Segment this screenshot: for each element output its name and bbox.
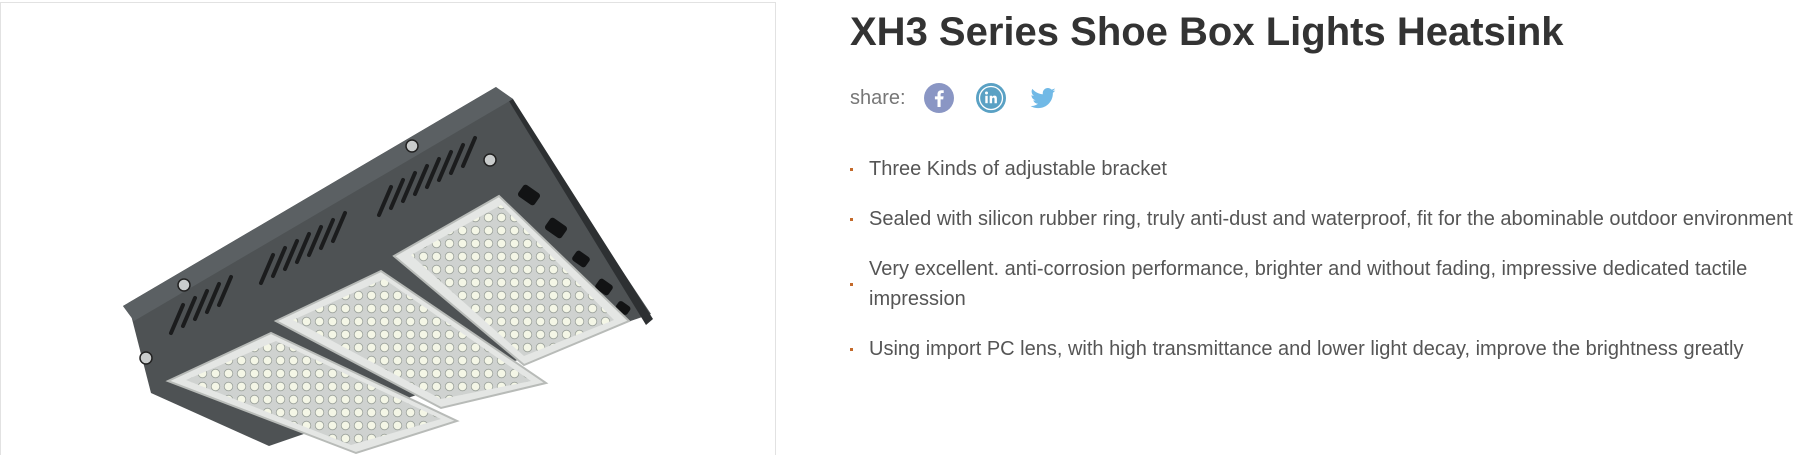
bullet-icon [850,283,853,286]
product-image-panel [0,2,776,455]
share-label: share: [850,86,906,109]
product-image [123,87,653,455]
twitter-share-button[interactable] [1028,83,1058,113]
page-title: XH3 Series Shoe Box Lights Heatsink [850,10,1564,54]
twitter-icon [1029,88,1056,109]
feature-text: Sealed with silicon rubber ring, truly a… [869,208,1793,230]
list-item: Using import PC lens, with high transmit… [850,334,1809,364]
feature-text: Very excellent. anti-corrosion performan… [869,258,1748,310]
bullet-icon [850,348,853,351]
bullet-icon [850,218,853,221]
list-item: Very excellent. anti-corrosion performan… [850,254,1809,314]
list-item: Sealed with silicon rubber ring, truly a… [850,204,1809,234]
linkedin-share-button[interactable] [975,83,1006,113]
share-row: share: [850,80,1080,116]
feature-text: Three Kinds of adjustable bracket [869,158,1167,180]
facebook-icon [934,90,944,107]
bullet-icon [850,168,853,171]
linkedin-icon [978,85,1003,111]
list-item: Three Kinds of adjustable bracket [850,154,1809,184]
feature-list: Three Kinds of adjustable bracket Sealed… [850,154,1809,384]
facebook-share-button[interactable] [923,83,954,113]
feature-text: Using import PC lens, with high transmit… [869,338,1744,360]
